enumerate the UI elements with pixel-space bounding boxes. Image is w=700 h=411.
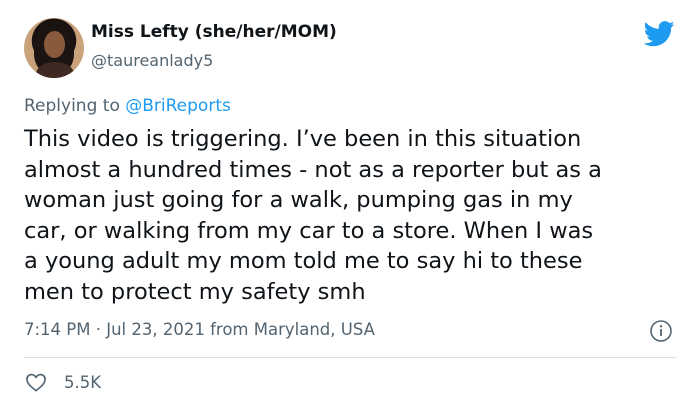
- info-icon[interactable]: [649, 319, 673, 343]
- author-display-name[interactable]: Miss Lefty (she/her/MOM): [91, 22, 337, 42]
- tweet-line: car, or walking from my car to a store. …: [24, 217, 594, 244]
- replying-to-prefix: Replying to: [24, 96, 126, 116]
- tweet-timestamp[interactable]: 7:14 PM · Jul 23, 2021 from Maryland, US…: [24, 320, 375, 339]
- author-handle[interactable]: @taureanlady5: [91, 51, 213, 70]
- divider: [24, 357, 676, 358]
- tweet-line: men to protect my safety smh: [24, 278, 366, 305]
- heart-icon[interactable]: [25, 372, 47, 392]
- replying-to-line: Replying to @BriReports: [24, 96, 231, 116]
- tweet-text: This video is triggering. I’ve been in t…: [24, 124, 679, 308]
- tweet-line: almost a hundred times - not as a report…: [24, 156, 602, 183]
- like-count[interactable]: 5.5K: [64, 373, 101, 392]
- tweet-line: a young adult my mom told me to say hi t…: [24, 248, 583, 275]
- twitter-bird-icon[interactable]: [644, 21, 675, 47]
- tweet-line: This video is triggering. I’ve been in t…: [24, 126, 582, 152]
- reply-mention-link[interactable]: @BriReports: [125, 96, 231, 116]
- tweet-line: woman just going for a walk, pumping gas…: [24, 187, 573, 214]
- avatar-face: [44, 31, 65, 58]
- avatar[interactable]: [24, 18, 84, 78]
